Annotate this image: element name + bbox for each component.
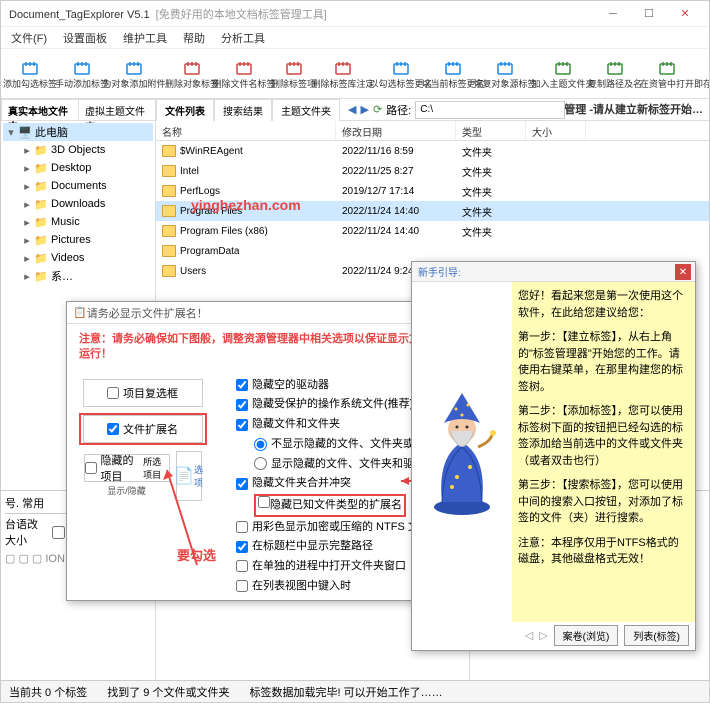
toolbar-在资管中打开[interactable]: 在资管中打开 <box>642 51 692 97</box>
tree-item[interactable]: ▸📁系… <box>3 267 153 285</box>
col-name[interactable]: 名称 <box>156 121 336 140</box>
col-date[interactable]: 修改日期 <box>336 121 456 140</box>
tree-root[interactable]: ▾🖥️此电脑 <box>3 123 153 141</box>
tab-real-folders[interactable]: 真实本地文件夹 <box>1 99 79 120</box>
statusbar: 当前共 0 个标签 找到了 9 个文件或文件夹 标签数据加载完毕! 可以开始工作… <box>1 680 709 702</box>
file-row[interactable]: Program Files (x86)2022/11/24 14:40文件夹 <box>156 221 709 241</box>
guide-nav-left[interactable]: ◁ <box>525 629 533 642</box>
guide-close-button[interactable]: ✕ <box>675 264 691 280</box>
status-tags: 当前共 0 个标签 <box>9 684 87 700</box>
tree-item[interactable]: ▸📁Videos <box>3 249 153 267</box>
toolbar-恢复对象源标签[interactable]: 恢复对象源标签 <box>480 51 530 97</box>
opt-checkboxes[interactable]: 项目复选框 <box>83 379 203 407</box>
tree-item[interactable]: ▸📁Pictures <box>3 231 153 249</box>
menu-maintain[interactable]: 维护工具 <box>119 28 171 48</box>
toolbar-删除文件名标签[interactable]: 删除文件名标签 <box>219 51 269 97</box>
toolbar-即存标签树[interactable]: 即存标签树 <box>694 51 709 97</box>
toolbar-添加勾选标签[interactable]: 添加勾选标签 <box>5 51 55 97</box>
menu-analysis[interactable]: 分析工具 <box>217 28 269 48</box>
opt-hidden[interactable]: 隐藏的项目 所选项目 <box>84 454 170 482</box>
list-header: 名称 修改日期 类型 大小 <box>156 121 709 141</box>
menu-settings[interactable]: 设置面板 <box>59 28 111 48</box>
menu-help[interactable]: 帮助 <box>179 28 209 48</box>
toolbar-以当前标签更名[interactable]: 以当前标签更名 <box>428 51 478 97</box>
file-row[interactable]: PerfLogs2019/12/7 17:14文件夹 <box>156 181 709 201</box>
hidden-items-checkbox[interactable] <box>52 526 65 539</box>
toolbar-加入主题文件夹[interactable]: 加入主题文件夹 <box>538 51 588 97</box>
guide-title: 新手引导: <box>412 262 695 282</box>
tree-item[interactable]: ▸📁3D Objects <box>3 141 153 159</box>
file-row[interactable]: $WinREAgent2022/11/16 8:59文件夹 <box>156 141 709 161</box>
minimize-button[interactable]: ─ <box>597 3 629 25</box>
menu-file[interactable]: 文件(F) <box>7 28 51 48</box>
wizard-icon <box>412 282 512 622</box>
annotation-select: 要勾选 <box>177 545 216 564</box>
toolbar-以勾选标签更名[interactable]: 以勾选标签更名 <box>376 51 426 97</box>
tree-item[interactable]: ▸📁Desktop <box>3 159 153 177</box>
toolbar-删除对象标签[interactable]: 删除对象标签 <box>167 51 217 97</box>
file-row[interactable]: Intel2022/11/25 8:27文件夹 <box>156 161 709 181</box>
toolbar-复制路径及名[interactable]: 复制路径及名 <box>590 51 640 97</box>
guide-nav-right[interactable]: ▷ <box>539 629 547 642</box>
tree-item[interactable]: ▸📁Documents <box>3 177 153 195</box>
guide-popup: 新手引导: ✕ 您好！看起来您是第一次使用这个软件，在此给您建议给您：第一步：【… <box>411 261 696 651</box>
titlebar: Document_TagExplorer V5.1[免费好用的本地文档标签管理工… <box>1 1 709 27</box>
toolbar-删除标签项[interactable]: 删除标签项 <box>271 51 316 97</box>
col-size[interactable]: 大小 <box>526 121 586 140</box>
nav-back-icon[interactable]: ◀ <box>348 103 356 116</box>
close-button[interactable]: ✕ <box>669 3 701 25</box>
tree-item[interactable]: ▸📁Downloads <box>3 195 153 213</box>
window-title: Document_TagExplorer V5.1[免费好用的本地文档标签管理工… <box>9 6 597 22</box>
file-row[interactable]: Program Files2022/11/24 14:40文件夹 <box>156 201 709 221</box>
toolbar-删除标签库注定[interactable]: 删除标签库注定 <box>318 51 368 97</box>
menubar: 文件(F) 设置面板 维护工具 帮助 分析工具 <box>1 27 709 49</box>
status-msg: 标签数据加载完毕! 可以开始工作了…… <box>249 684 442 700</box>
tab-search-results[interactable]: 搜索结果 <box>214 99 272 121</box>
tree-item[interactable]: ▸📁Music <box>3 213 153 231</box>
toolbar: 添加勾选标签手动添加标签为对象添加附件删除对象标签删除文件名标签删除标签项删除标… <box>1 49 709 99</box>
refresh-icon[interactable]: ⟳ <box>373 103 382 116</box>
tab-virtual-folders[interactable]: 虚拟主题文件夹 <box>78 99 156 120</box>
col-type[interactable]: 类型 <box>456 121 526 140</box>
path-input[interactable] <box>415 101 565 119</box>
guide-text: 您好！看起来您是第一次使用这个软件，在此给您建议给您：第一步：【建立标签】，从右… <box>512 282 695 622</box>
nav-fwd-icon[interactable]: ▶ <box>360 103 368 116</box>
toggle-label: 显示/隐藏 <box>84 484 170 497</box>
path-label: 路径: <box>386 102 411 118</box>
maximize-button[interactable]: ☐ <box>633 3 665 25</box>
options-button[interactable]: 📄选项 <box>176 451 202 501</box>
guide-browse-button[interactable]: 案卷(浏览) <box>554 625 619 646</box>
tab-theme-folder[interactable]: 主题文件夹 <box>272 99 340 121</box>
file-row[interactable]: ProgramData <box>156 241 709 261</box>
toolbar-为对象添加附件[interactable]: 为对象添加附件 <box>109 51 159 97</box>
tab-file-list[interactable]: 文件列表 <box>156 99 214 121</box>
guide-list-button[interactable]: 列表(标签) <box>624 625 689 646</box>
opt-extensions[interactable]: 文件扩展名 <box>83 415 203 443</box>
toolbar-手动添加标签[interactable]: 手动添加标签 <box>57 51 107 97</box>
status-files: 找到了 9 个文件或文件夹 <box>107 684 229 700</box>
